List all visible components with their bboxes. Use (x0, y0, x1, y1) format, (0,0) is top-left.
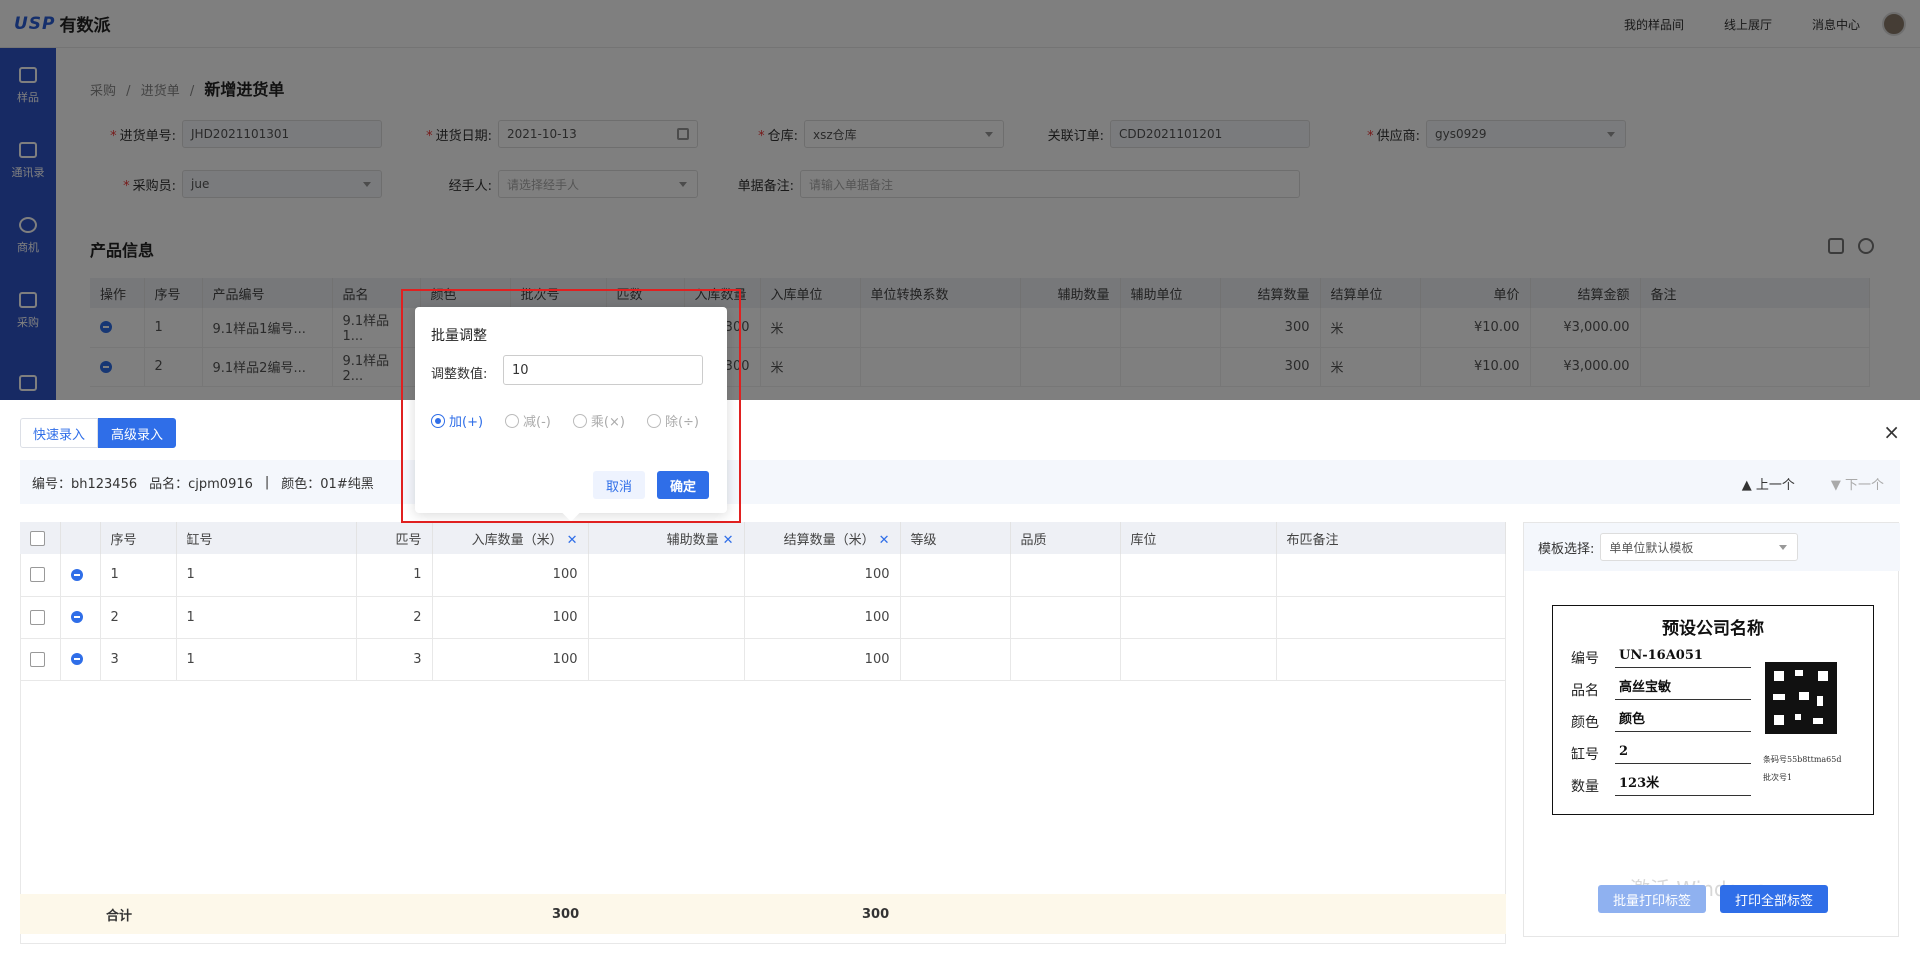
row-checkbox[interactable] (30, 609, 45, 625)
template-label: 模板选择: (1538, 541, 1595, 557)
company-name: 预设公司名称 (1662, 619, 1764, 639)
highlight-box (401, 289, 741, 523)
batch-adjust-icon[interactable]: ✕ (879, 533, 890, 548)
print-all-button[interactable]: 打印全部标签 (1720, 885, 1828, 913)
summary-row: 合计 300 300 (20, 894, 1506, 934)
remove-row-icon[interactable] (70, 653, 83, 665)
label-preview: 预设公司名称 编号 UN-16A051 品名 高丝宝敏 颜色 颜色 缸号 2 数量 123… (1552, 605, 1874, 815)
product-info-bar: 编号：bh123456 品名：cjpm0916 | 颜色：01#纯黑 (20, 460, 1900, 504)
qr-code-icon (1765, 662, 1837, 734)
entry-tabs: 快速录入 高级录入 (20, 418, 177, 448)
tab-advanced-entry[interactable]: 高级录入 (98, 418, 177, 448)
record-nav: ▲ 上一个 ▼ 下一个 (1742, 474, 1884, 493)
next-button[interactable]: ▼ 下一个 (1831, 474, 1884, 493)
remove-row-icon[interactable] (70, 611, 83, 623)
table-row: 3 1 3 100 100 (20, 638, 1506, 681)
barcode-text: 条码号55b8ttma65d (1763, 755, 1842, 764)
tab-quick-entry[interactable]: 快速录入 (20, 418, 99, 448)
remove-row-icon[interactable] (70, 568, 83, 581)
batch-adjust-icon[interactable]: ✕ (723, 533, 734, 548)
entry-drawer: 快速录入 高级录入 × 编号：bh123456 品名：cjpm0916 | 颜色… (0, 400, 1920, 969)
batch-text: 批次号1 (1763, 773, 1793, 782)
table-row: 2 1 2 100 100 (20, 596, 1506, 639)
close-icon[interactable]: × (1883, 422, 1900, 442)
batch-print-button[interactable]: 批量打印标签 (1598, 885, 1706, 913)
info-code: 编号：bh123456 (32, 476, 138, 492)
batch-adjust-icon[interactable]: ✕ (567, 533, 578, 548)
prev-button[interactable]: ▲ 上一个 (1742, 474, 1795, 493)
bolt-table: 序号 缸号 匹号 入库数量（米） ✕ 辅助数量 ✕ 结算数量（米） ✕ 等级 品质 库… (20, 522, 1506, 681)
modal-overlay[interactable] (0, 0, 1920, 400)
row-checkbox[interactable] (30, 567, 45, 583)
select-all-checkbox[interactable] (30, 530, 45, 546)
info-sep: | (264, 474, 270, 490)
label-template-panel: 模板选择: 单单位默认模板 预设公司名称 编号 UN-16A051 品名 高丝宝敏 … (1523, 522, 1900, 937)
info-name: 品名：cjpm0916 (149, 476, 253, 492)
info-color: 颜色：01#纯黑 (281, 476, 374, 492)
table-row: 1 1 1 100 100 (20, 554, 1506, 597)
template-select[interactable]: 单单位默认模板 (1600, 533, 1799, 561)
chevron-down-icon (1779, 545, 1788, 550)
row-checkbox[interactable] (30, 651, 45, 667)
